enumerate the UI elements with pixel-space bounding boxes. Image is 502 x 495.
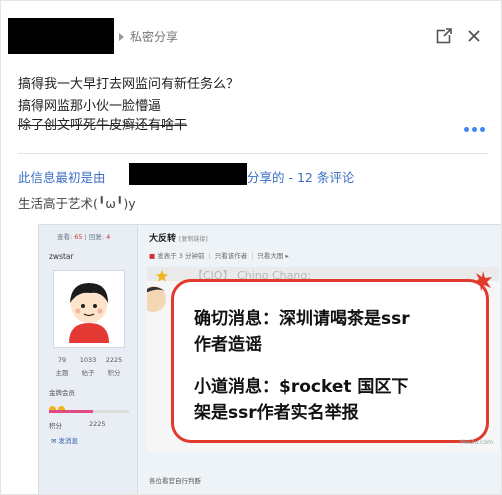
thread-title-text: 大反转 [149, 234, 177, 244]
origin-prefix[interactable]: 此信息最初是由 [18, 167, 106, 186]
forum-user-sidebar: 查看: 65 | 回复: 4 zwstar 79 1033 2225 主题 帖子… [39, 225, 138, 494]
bubble-line-4: 架是ssr作者实名举报 [194, 403, 359, 423]
posted-time: 发表于 3 分钟前 [157, 252, 205, 260]
chat-screenshot-image: 【CIO】 Chino Chang: 确切消息：深圳请喝茶是ssr 作者造谣 小… [147, 267, 499, 452]
redacted-original-sharer [129, 163, 247, 185]
send-message-link[interactable]: ✉ 发消息 [51, 435, 78, 445]
thread-title: 大反转 [复制链接] [149, 231, 208, 244]
views-label: 查看: [57, 233, 75, 241]
thread-stats: 查看: 65 | 回复: 4 [57, 231, 110, 241]
close-icon[interactable] [465, 27, 483, 45]
bubble-line-1: 确切消息：深圳请喝茶是ssr [194, 309, 410, 329]
poster-icon: ■ [149, 252, 156, 260]
bubble-line-2: 作者造谣 [194, 335, 262, 355]
medal-icons [49, 398, 67, 417]
member-level: 金牌会员 [49, 389, 75, 397]
big-image-link[interactable]: 只看大图 ▸ [257, 252, 288, 260]
views-count: 65 [74, 233, 83, 241]
score-progress-fill [49, 410, 93, 413]
score-progress-bar [49, 410, 129, 413]
send-message-label: 发消息 [58, 437, 79, 445]
forum-screenshot: 查看: 65 | 回复: 4 zwstar 79 1033 2225 主题 帖子… [38, 224, 501, 494]
share-visibility-label: 私密分享 [130, 30, 179, 44]
avatar[interactable] [53, 270, 125, 348]
image-watermark: MeiZu.com [459, 439, 493, 446]
star-icon [156, 270, 168, 282]
only-author-link[interactable]: 只看该作者 [215, 252, 248, 260]
red-flower-icon [473, 271, 492, 291]
open-in-new-icon[interactable] [435, 27, 453, 45]
post-text-line-3: 除了创文呼死牛皮癣还有啥干 [18, 118, 188, 133]
divider [18, 153, 488, 154]
replies-count: 4 [106, 233, 111, 241]
separator: | [208, 252, 211, 260]
post-text-line-1: 搞得我一大早打去网监问有新任务么？ [18, 77, 240, 92]
forum-username[interactable]: zwstar [49, 252, 74, 261]
caret-right-icon [119, 33, 124, 41]
thread-meta: ■ 发表于 3 分钟前 | 只看该作者 | 只看大图 ▸ [149, 250, 289, 260]
replies-label: | 回复: [82, 233, 107, 241]
origin-suffix-comments-link[interactable]: 分享的 - 12 条评论 [247, 167, 354, 186]
comment-text: 生活高于艺术(╹ω╹)y [18, 196, 136, 211]
separator: | [251, 252, 254, 260]
points-label: 积分 [107, 369, 121, 377]
bubble-line-3: 小道消息：$rocket 国区下 [194, 377, 409, 397]
posts-label: 帖子 [81, 369, 95, 377]
points-count: 2225 [105, 356, 123, 364]
post-footer-text: 各位看官自行判断 [149, 477, 201, 485]
copy-link[interactable]: [复制链接] [179, 236, 208, 243]
score-label: 积分 [49, 422, 62, 430]
post-card: 私密分享 搞得我一大早打去网监问有新任务么？ 搞得网监那小伙一脸懵逼 除了创文呼… [0, 0, 502, 495]
redacted-author-name [8, 18, 114, 54]
topics-count: 79 [57, 356, 67, 364]
topics-label: 主题 [55, 369, 69, 377]
post-text-line-2: 搞得网监那小伙一脸懵逼 [18, 99, 162, 114]
speech-bubble: 确切消息：深圳请喝茶是ssr 作者造谣 小道消息：$rocket 国区下 架是s… [171, 279, 489, 443]
posts-count: 1033 [79, 356, 97, 364]
more-horizontal-icon[interactable] [464, 117, 488, 132]
score-value: 2225 [89, 420, 106, 428]
